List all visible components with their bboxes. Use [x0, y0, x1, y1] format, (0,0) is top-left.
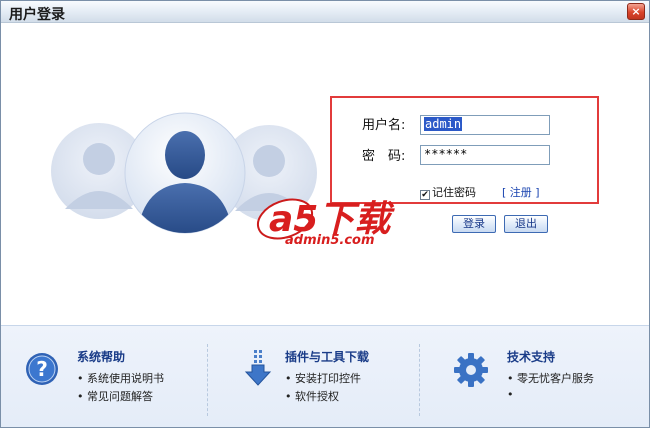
downloads-item-print-control[interactable]: • 安装打印控件: [285, 370, 361, 386]
footer-divider-2: [419, 344, 420, 416]
close-icon: ×: [631, 5, 641, 18]
support-item-empty: •: [507, 388, 514, 401]
title-bar: 用户登录 ×: [1, 1, 649, 23]
footer-downloads-section: 插件与工具下载 • 安装打印控件 • 软件授权: [241, 344, 411, 414]
support-item-service[interactable]: • 零无忧客户服务: [507, 370, 594, 386]
watermark-url: admin5.com: [285, 233, 375, 248]
username-input[interactable]: admin: [420, 115, 550, 135]
login-window: 用户登录 × 用户名: admin 密 码: ****** ✔ 记住密码 [注…: [0, 0, 650, 428]
gear-icon: [454, 353, 488, 387]
exit-button[interactable]: 退出: [504, 215, 548, 233]
svg-text:?: ?: [36, 357, 48, 381]
footer-divider-1: [207, 344, 208, 416]
remember-password-checkbox[interactable]: ✔ 记住密码: [420, 184, 476, 200]
username-value: admin: [424, 117, 463, 131]
download-icon: [244, 350, 272, 386]
checkbox-checked-icon: ✔: [420, 190, 430, 200]
downloads-title: 插件与工具下载: [285, 350, 370, 364]
avatar-main-icon: [124, 112, 246, 234]
help-item-manual[interactable]: • 系统使用说明书: [77, 370, 164, 386]
help-title: 系统帮助: [77, 350, 126, 364]
remember-password-label: 记住密码: [432, 186, 476, 199]
footer-help-section: ? 系统帮助 • 系统使用说明书 • 常见问题解答: [21, 344, 191, 414]
register-link[interactable]: [ 注册 ]: [502, 184, 540, 200]
help-item-faq[interactable]: • 常见问题解答: [77, 388, 153, 404]
support-title: 技术支持: [507, 350, 556, 364]
downloads-item-license[interactable]: • 软件授权: [285, 388, 339, 404]
password-label: 密 码:: [362, 149, 406, 164]
username-label: 用户名:: [362, 118, 406, 133]
login-button[interactable]: 登录: [452, 215, 496, 233]
footer-support-section: 技术支持 • 零无忧客户服务 •: [451, 344, 631, 414]
password-input[interactable]: ******: [420, 145, 550, 165]
a5-watermark-logo: a5下载 admin5.com: [256, 198, 395, 248]
window-title: 用户登录: [9, 7, 65, 23]
help-icon: ?: [26, 353, 58, 385]
close-button[interactable]: ×: [627, 3, 645, 20]
footer-panel: ? 系统帮助 • 系统使用说明书 • 常见问题解答 插件与工具下载 • 安装打印…: [1, 325, 649, 427]
password-value: ******: [424, 147, 468, 161]
login-form: 用户名: admin 密 码: ****** ✔ 记住密码 [ 注册 ]: [330, 96, 599, 204]
